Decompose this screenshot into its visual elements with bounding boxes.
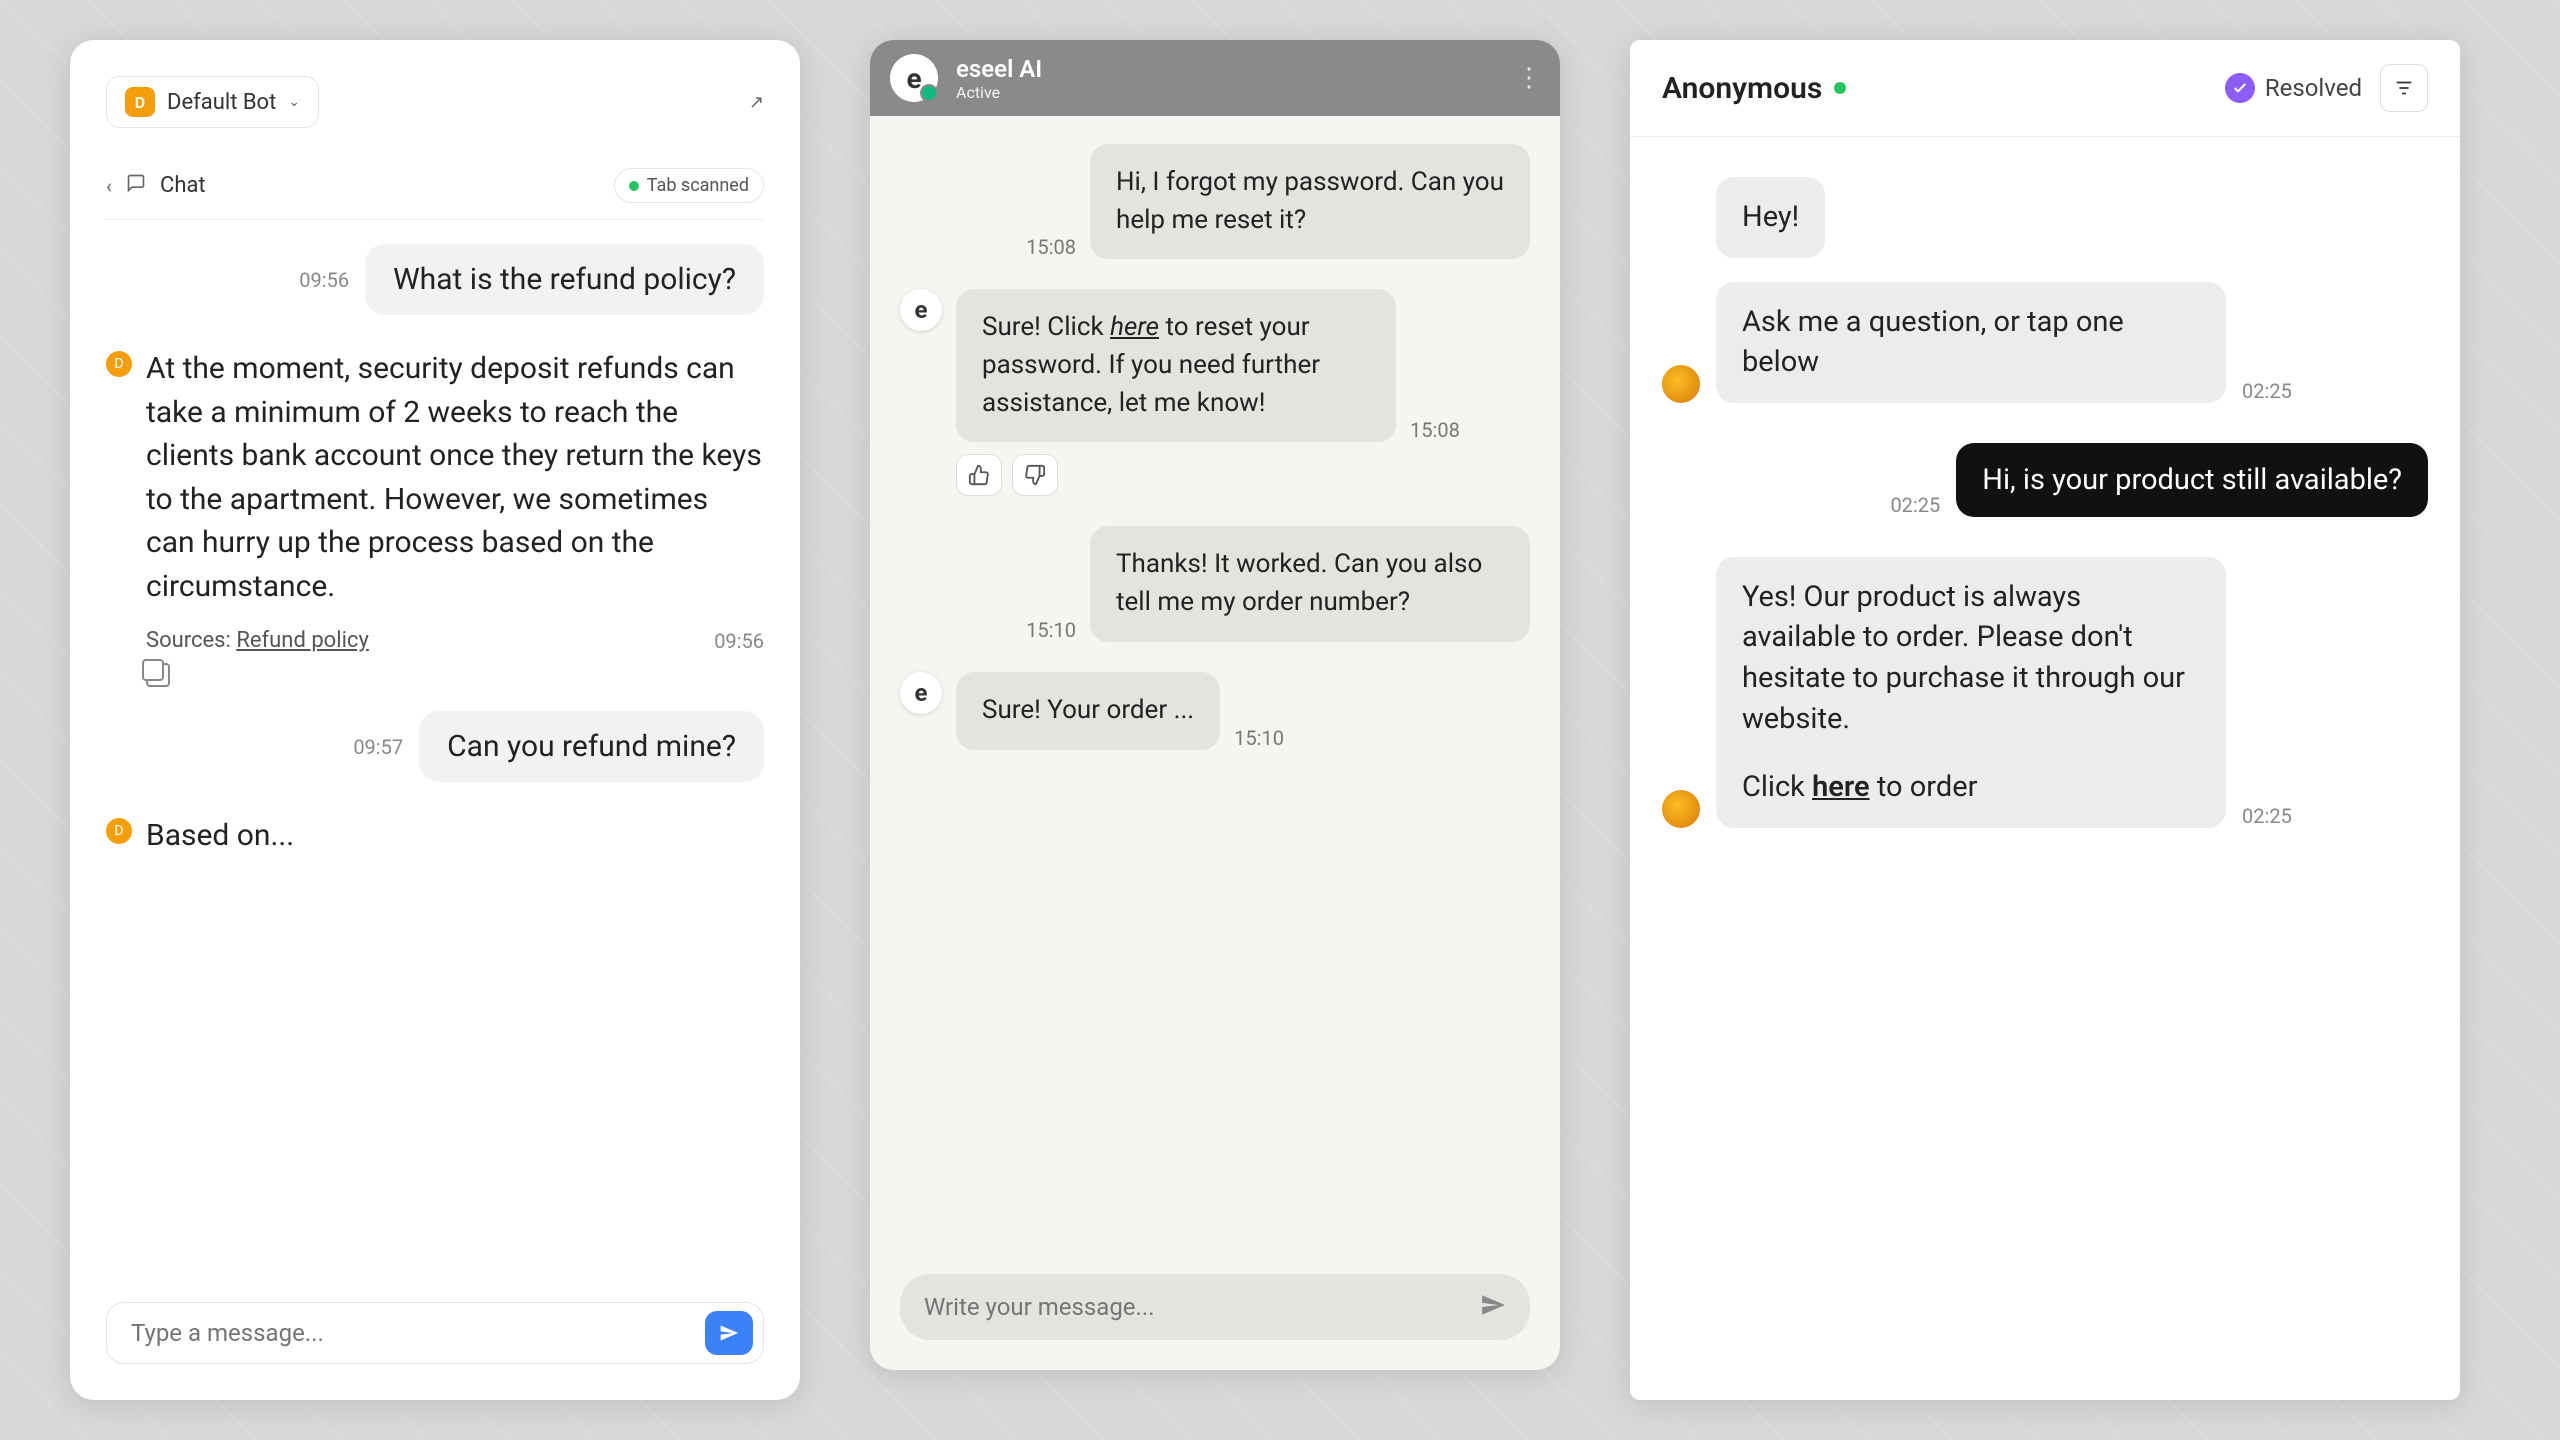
timestamp: 02:25 — [1890, 493, 1940, 517]
message-bubble: Sure! Your order ... — [956, 672, 1220, 750]
bot-avatar-small — [1662, 365, 1700, 403]
user-message: 15:08 Hi, I forgot my password. Can you … — [900, 144, 1530, 259]
bot-avatar: e — [890, 54, 938, 102]
bot-avatar-small: e — [900, 672, 942, 714]
chat-panel-3: Anonymous Resolved Hey! Ask me a questio… — [1630, 40, 2460, 1400]
message-bubble: Hi, is your product still available? — [1956, 443, 2428, 517]
bot-message: D Based on... — [106, 814, 764, 858]
timestamp: 09:56 — [714, 629, 764, 653]
filter-button[interactable] — [2380, 64, 2428, 112]
bot-name: Default Bot — [167, 90, 276, 115]
bot-title: eseel AI — [956, 55, 1042, 83]
bot-selector[interactable]: D Default Bot ⌄ — [106, 76, 319, 128]
timestamp: 15:10 — [1026, 618, 1076, 642]
nav-label: Chat — [160, 173, 206, 198]
message-text: Based on... — [146, 814, 294, 858]
panel3-header: Anonymous Resolved — [1630, 40, 2460, 137]
online-dot-icon — [1834, 82, 1846, 94]
bot-message: Hey! — [1716, 177, 2428, 258]
timestamp: 09:56 — [299, 268, 349, 292]
message-bubble: Thanks! It worked. Can you also tell me … — [1090, 526, 1530, 641]
bot-avatar-small: D — [106, 351, 132, 377]
more-icon[interactable]: ⋮ — [1516, 63, 1540, 93]
sources-label: Sources: Refund policy — [146, 628, 369, 653]
bot-status: Active — [956, 83, 1042, 102]
timestamp: 15:10 — [1234, 726, 1284, 750]
bot-avatar-small: D — [106, 818, 132, 844]
source-link[interactable]: Refund policy — [236, 628, 369, 653]
compose-bar — [106, 1302, 764, 1364]
message-text: At the moment, security deposit refunds … — [146, 347, 764, 608]
user-name: Anonymous — [1662, 71, 1822, 106]
panel1-messages: 09:56 What is the refund policy? D At th… — [106, 244, 764, 1286]
message-bubble: Hi, I forgot my password. Can you help m… — [1090, 144, 1530, 259]
bot-avatar-small: e — [900, 289, 942, 331]
order-link[interactable]: here — [1812, 770, 1870, 804]
check-icon — [2225, 73, 2255, 103]
bot-message: e Sure! Click here to reset your passwor… — [900, 289, 1530, 496]
resolved-badge: Resolved — [2225, 73, 2362, 103]
message-bubble: Can you refund mine? — [419, 711, 764, 782]
panel3-messages: Hey! Ask me a question, or tap one below… — [1630, 137, 2460, 1400]
bot-message: D At the moment, security deposit refund… — [106, 347, 764, 687]
compose-bar — [900, 1274, 1530, 1340]
panel1-top-bar: D Default Bot ⌄ ↗ — [106, 76, 764, 128]
timestamp: 15:08 — [1026, 235, 1076, 259]
bot-avatar-small — [1662, 790, 1700, 828]
timestamp: 15:08 — [1410, 418, 1460, 442]
tab-scanned-badge: Tab scanned — [614, 168, 764, 203]
user-message: 02:25 Hi, is your product still availabl… — [1662, 443, 2428, 517]
message-input[interactable] — [924, 1293, 1480, 1321]
timestamp: 09:57 — [353, 735, 403, 759]
chevron-down-icon: ⌄ — [288, 94, 300, 110]
thumbs-up-button[interactable] — [956, 454, 1002, 496]
message-bubble: Yes! Our product is always available to … — [1716, 557, 2226, 828]
chat-icon — [126, 173, 146, 198]
panel1-nav: ‹ Chat Tab scanned — [106, 152, 764, 220]
panel2-messages: 15:08 Hi, I forgot my password. Can you … — [870, 116, 1560, 1274]
message-bubble: Ask me a question, or tap one below — [1716, 282, 2226, 403]
expand-icon[interactable]: ↗ — [749, 92, 764, 113]
panel2-header: e eseel AI Active ⋮ — [870, 40, 1560, 116]
back-icon[interactable]: ‹ — [106, 174, 112, 198]
send-button[interactable] — [705, 1311, 753, 1355]
copy-icon[interactable] — [146, 663, 170, 687]
bot-message: e Sure! Your order ... 15:10 — [900, 672, 1530, 750]
message-bubble: Sure! Click here to reset your password.… — [956, 289, 1396, 442]
user-message: 09:57 Can you refund mine? — [106, 711, 764, 782]
reaction-bar — [956, 454, 1058, 496]
message-bubble: What is the refund policy? — [365, 244, 764, 315]
bot-avatar: D — [125, 87, 155, 117]
message-input[interactable] — [131, 1319, 705, 1347]
timestamp: 02:25 — [2242, 379, 2292, 403]
timestamp: 02:25 — [2242, 804, 2292, 828]
bot-message: Ask me a question, or tap one below 02:2… — [1662, 282, 2428, 403]
reset-link[interactable]: here — [1110, 312, 1159, 342]
scan-badge-label: Tab scanned — [647, 175, 749, 196]
user-message: 09:56 What is the refund policy? — [106, 244, 764, 315]
status-dot-icon — [629, 181, 639, 191]
message-bubble: Hey! — [1716, 177, 1825, 258]
thumbs-down-button[interactable] — [1012, 454, 1058, 496]
resolved-label: Resolved — [2265, 74, 2362, 102]
user-message: 15:10 Thanks! It worked. Can you also te… — [900, 526, 1530, 641]
chat-panel-1: D Default Bot ⌄ ↗ ‹ Chat Tab scanned 09:… — [70, 40, 800, 1400]
chat-panel-2: e eseel AI Active ⋮ 15:08 Hi, I forgot m… — [870, 40, 1560, 1370]
send-icon[interactable] — [1480, 1292, 1506, 1322]
bot-message: Yes! Our product is always available to … — [1662, 557, 2428, 828]
